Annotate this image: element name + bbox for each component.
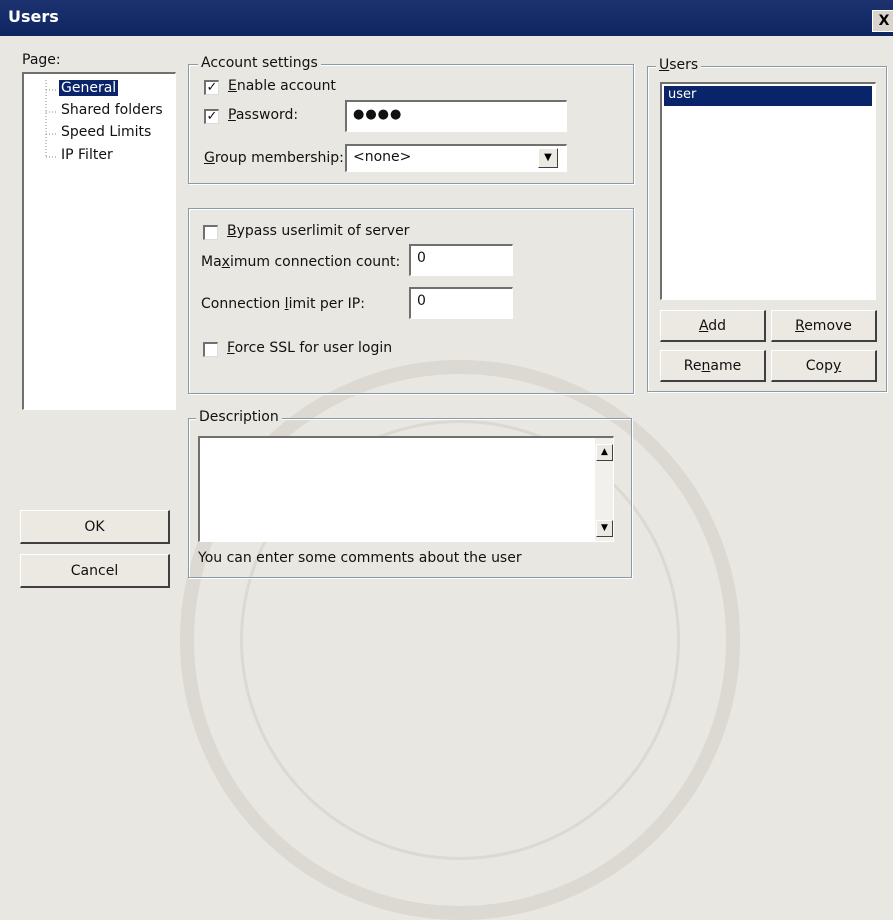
- password-label: Password:: [228, 107, 299, 123]
- users-legend: Users: [656, 57, 702, 73]
- scroll-up-icon[interactable]: ▲: [596, 444, 613, 461]
- password-checkbox[interactable]: ✓: [204, 109, 219, 124]
- tree-item-speed-limits[interactable]: Speed Limits: [61, 124, 151, 140]
- rename-user-button[interactable]: Rename: [660, 350, 766, 382]
- page-tree[interactable]: General Shared folders Speed Limits IP F…: [22, 72, 176, 410]
- description-hint: You can enter some comments about the us…: [198, 550, 522, 566]
- tree-item-ip-filter[interactable]: IP Filter: [61, 147, 113, 163]
- tree-item-shared-folders[interactable]: Shared folders: [61, 102, 163, 118]
- chevron-down-icon[interactable]: ▼: [538, 148, 558, 168]
- add-user-button[interactable]: Add: [660, 310, 766, 342]
- enable-account-label: Enable account: [228, 78, 336, 94]
- cancel-button[interactable]: Cancel: [20, 554, 170, 588]
- account-settings-legend: Account settings: [198, 55, 321, 71]
- tree-item-general[interactable]: General: [59, 80, 119, 96]
- force-ssl-checkbox[interactable]: [203, 342, 218, 357]
- enable-account-checkbox[interactable]: ✓: [204, 80, 219, 95]
- tree-lines: [45, 80, 58, 158]
- bypass-checkbox[interactable]: [203, 225, 218, 240]
- description-textarea[interactable]: ▲ ▼: [198, 436, 614, 542]
- description-legend: Description: [196, 409, 282, 425]
- window-title: Users: [8, 7, 59, 26]
- password-field[interactable]: ●●●●: [345, 100, 567, 132]
- remove-user-button[interactable]: Remove: [771, 310, 877, 342]
- users-list[interactable]: user: [660, 82, 876, 300]
- group-membership-value: <none>: [353, 149, 412, 165]
- copy-user-button[interactable]: Copy: [771, 350, 877, 382]
- max-connections-field[interactable]: 0: [409, 244, 513, 276]
- per-ip-field[interactable]: 0: [409, 287, 513, 319]
- bypass-label: Bypass userlimit of server: [227, 223, 410, 239]
- close-button[interactable]: X: [872, 10, 893, 32]
- group-membership-label: Group membership:: [204, 150, 344, 166]
- user-list-item[interactable]: user: [664, 86, 872, 106]
- per-ip-label: Connection limit per IP:: [201, 296, 365, 312]
- force-ssl-label: Force SSL for user login: [227, 340, 393, 356]
- max-connections-label: Maximum connection count:: [201, 254, 401, 270]
- ok-button[interactable]: OK: [20, 510, 170, 544]
- page-label: Page:: [22, 52, 61, 68]
- group-membership-select[interactable]: <none>: [345, 144, 567, 172]
- scroll-down-icon[interactable]: ▼: [596, 520, 613, 537]
- title-bar: [0, 0, 893, 36]
